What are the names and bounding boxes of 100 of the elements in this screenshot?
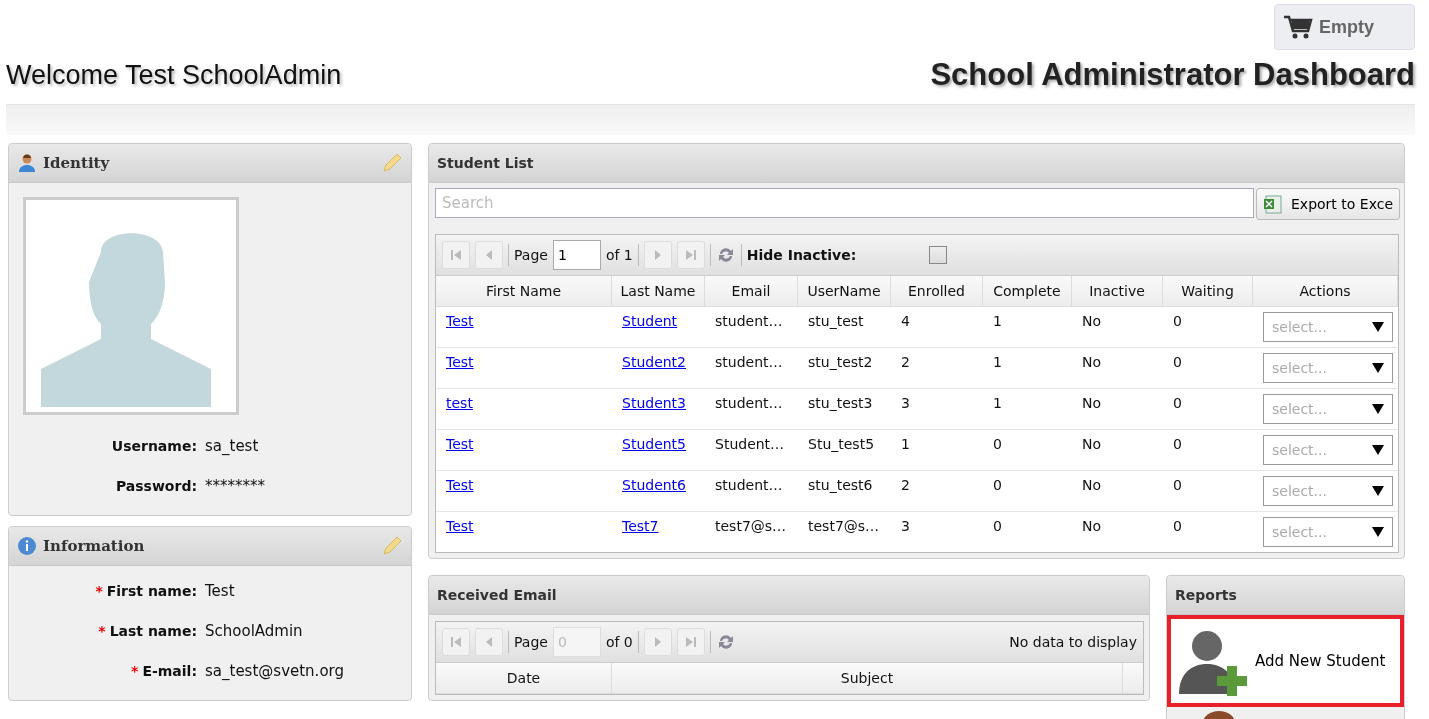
skip-first-icon bbox=[450, 249, 462, 261]
field-label: First name: bbox=[106, 583, 197, 599]
table-cell: No bbox=[1082, 477, 1102, 493]
student-link[interactable]: Student bbox=[622, 313, 678, 329]
table-cell: 1 bbox=[901, 436, 910, 452]
page-count: of 0 bbox=[605, 634, 633, 650]
student-link[interactable]: Test bbox=[446, 354, 474, 370]
student-link[interactable]: Student5 bbox=[622, 436, 687, 452]
panel-title: Reports bbox=[1175, 587, 1237, 603]
table-cell: No bbox=[1082, 354, 1102, 370]
previous-page-button[interactable] bbox=[475, 241, 503, 269]
field-value: SchoolAdmin bbox=[205, 622, 303, 640]
column-header[interactable]: First Name bbox=[436, 276, 612, 306]
skip-last-icon bbox=[684, 249, 697, 261]
dashboard-title: School Administrator Dashboard bbox=[930, 57, 1415, 93]
column-header[interactable]: Date bbox=[436, 663, 612, 693]
table-cell: No bbox=[1082, 395, 1102, 411]
table-cell: stu_test bbox=[808, 313, 864, 329]
student-link[interactable]: Test bbox=[446, 477, 474, 493]
table-cell: 2 bbox=[901, 477, 910, 493]
report-item[interactable]: Add New Student bbox=[1167, 615, 1404, 707]
column-header[interactable]: Subject bbox=[612, 663, 1123, 693]
column-header[interactable]: Enrolled bbox=[891, 276, 983, 306]
table-cell: 3 bbox=[901, 518, 910, 534]
table-cell: Stu_test5 bbox=[808, 436, 875, 452]
field-value: Test bbox=[205, 582, 235, 600]
table-cell: 0 bbox=[993, 436, 1002, 452]
student-link[interactable]: Student3 bbox=[622, 395, 687, 411]
panel-title: Student List bbox=[437, 155, 534, 171]
table-cell: stu_test3 bbox=[808, 395, 873, 411]
student-link[interactable]: test bbox=[446, 395, 473, 411]
next-page-button[interactable] bbox=[643, 628, 672, 656]
table-cell: 0 bbox=[1173, 395, 1182, 411]
table-cell: 1 bbox=[993, 313, 1002, 329]
column-header[interactable]: Waiting bbox=[1163, 276, 1253, 306]
table-cell: student… bbox=[715, 354, 783, 370]
student-link[interactable]: Test7 bbox=[622, 518, 659, 534]
cart-button[interactable]: Empty bbox=[1274, 4, 1415, 50]
column-header[interactable]: Email bbox=[705, 276, 798, 306]
page-label: Page bbox=[514, 247, 548, 263]
student-link[interactable]: Test bbox=[446, 518, 474, 534]
page-number-field[interactable]: 1 bbox=[552, 240, 601, 270]
table-cell: 4 bbox=[901, 313, 910, 329]
page-label: Page bbox=[514, 634, 548, 650]
first-page-button[interactable] bbox=[442, 241, 470, 269]
caret-icon bbox=[1372, 527, 1384, 537]
required-asterisk: * bbox=[131, 663, 139, 679]
next-page-button[interactable] bbox=[643, 241, 672, 269]
table-cell: 2 bbox=[901, 354, 910, 370]
caret-icon bbox=[1372, 445, 1384, 455]
table-cell: 1 bbox=[993, 354, 1002, 370]
column-header[interactable]: UserName bbox=[798, 276, 891, 306]
student-link[interactable]: Student6 bbox=[622, 477, 687, 493]
table-cell: No bbox=[1082, 313, 1102, 329]
field-label: Username: bbox=[110, 438, 197, 454]
student-link[interactable]: Student2 bbox=[622, 354, 687, 370]
table-cell: 0 bbox=[993, 518, 1002, 534]
panel-title: Received Email bbox=[437, 587, 557, 603]
export-button[interactable]: Export to Exce bbox=[1256, 188, 1400, 220]
user-icon bbox=[17, 153, 37, 173]
pager-status: No data to display bbox=[1009, 634, 1137, 650]
cart-icon bbox=[1283, 14, 1313, 40]
field-value: ******** bbox=[205, 477, 265, 495]
skip-last-icon bbox=[684, 636, 697, 648]
table-cell: stu_test2 bbox=[808, 354, 873, 370]
hide-inactive-label: Hide Inactive: bbox=[746, 247, 857, 263]
last-page-button[interactable] bbox=[676, 241, 705, 269]
table-cell: test7@s… bbox=[715, 518, 787, 534]
welcome-heading: Welcome Test SchoolAdmin bbox=[6, 59, 342, 91]
table-cell: 1 bbox=[993, 395, 1002, 411]
table-cell: Student… bbox=[715, 436, 785, 452]
column-header[interactable]: Complete bbox=[983, 276, 1072, 306]
field-label: Last name: bbox=[109, 623, 197, 639]
field-value: sa_test@svetn.org bbox=[205, 662, 344, 680]
table-cell: 0 bbox=[1173, 518, 1182, 534]
table-cell: test7@s… bbox=[808, 518, 880, 534]
spreadsheet-icon bbox=[1263, 194, 1283, 214]
pencil-icon[interactable] bbox=[381, 535, 403, 557]
student-link[interactable]: Test bbox=[446, 313, 474, 329]
info-icon bbox=[17, 536, 37, 556]
previous-page-button[interactable] bbox=[475, 628, 503, 656]
required-asterisk: * bbox=[98, 623, 106, 639]
column-header[interactable]: Inactive bbox=[1072, 276, 1163, 306]
skip-first-icon bbox=[450, 636, 462, 648]
column-header[interactable]: Last Name bbox=[612, 276, 705, 306]
search-field[interactable]: Search bbox=[435, 188, 1254, 218]
caret-icon bbox=[1372, 486, 1384, 496]
pencil-icon[interactable] bbox=[381, 152, 403, 174]
student-link[interactable]: Test bbox=[446, 436, 474, 452]
panel-title: Information bbox=[43, 537, 145, 555]
page-count: of 1 bbox=[605, 247, 633, 263]
table-cell: student… bbox=[715, 395, 783, 411]
column-header[interactable]: Actions bbox=[1253, 276, 1398, 306]
caret-icon bbox=[1372, 322, 1384, 332]
caret-icon bbox=[1372, 363, 1384, 373]
first-page-button[interactable] bbox=[442, 628, 470, 656]
table-cell: 0 bbox=[1173, 354, 1182, 370]
table-cell: student… bbox=[715, 313, 783, 329]
last-page-button[interactable] bbox=[676, 628, 705, 656]
field-value: sa_test bbox=[205, 437, 259, 455]
